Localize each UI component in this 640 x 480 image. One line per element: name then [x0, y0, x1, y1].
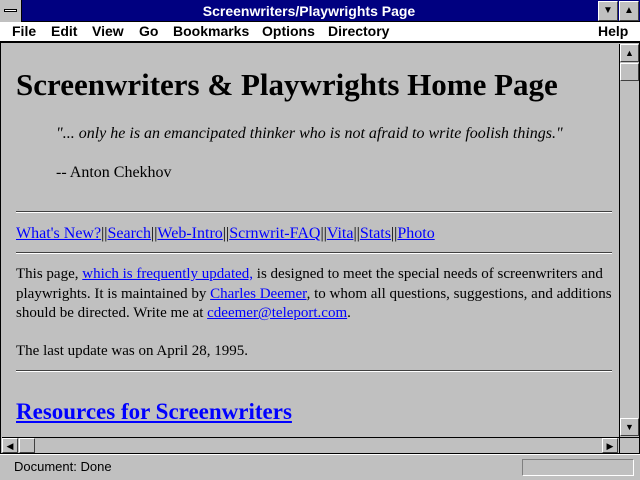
page-title: Screenwriters & Playwrights Home Page: [16, 67, 558, 102]
scroll-up-button[interactable]: ▲: [620, 44, 639, 62]
link-frequently-updated[interactable]: which is frequently updated,: [82, 266, 253, 282]
menu-go[interactable]: Go: [139, 23, 158, 39]
link-scrnwrit-faq[interactable]: Scrnwrit-FAQ: [229, 225, 320, 242]
menu-bookmarks[interactable]: Bookmarks: [173, 23, 249, 39]
intro-text: , to whom all questions, suggestions, an…: [306, 285, 612, 302]
status-bar: Document: Done: [0, 454, 640, 480]
scroll-left-button[interactable]: ◀: [2, 438, 18, 453]
intro-paragraph: This page, which is frequently updated, …: [16, 265, 616, 324]
minimize-icon: ▼: [603, 5, 613, 16]
link-search[interactable]: Search: [107, 225, 151, 242]
up-arrow-icon: ▲: [625, 48, 634, 58]
horizontal-scroll-thumb[interactable]: [19, 438, 35, 453]
menu-view[interactable]: View: [92, 23, 124, 39]
link-whats-new[interactable]: What's New?: [16, 225, 101, 242]
progress-indicator: [522, 459, 634, 476]
title-bar: Screenwriters/Playwrights Page ▼ ▲: [0, 0, 640, 22]
link-stats[interactable]: Stats: [360, 225, 391, 242]
vertical-scrollbar[interactable]: ▲ ▼: [619, 44, 639, 437]
maximize-button[interactable]: ▲: [619, 1, 639, 21]
scroll-corner: [619, 437, 639, 453]
menu-directory[interactable]: Directory: [328, 23, 389, 39]
system-menu-button[interactable]: [0, 0, 22, 22]
nav-links: What's New?||Search||Web-Intro||Scrnwrit…: [16, 225, 435, 243]
down-arrow-icon: ▼: [625, 422, 634, 432]
intro-text: is designed to meet the special needs of…: [253, 266, 603, 282]
menu-bar: File Edit View Go Bookmarks Options Dire…: [0, 22, 640, 42]
window-title: Screenwriters/Playwrights Page: [202, 3, 416, 19]
chekhov-quote: "... only he is an emancipated thinker w…: [56, 125, 563, 142]
divider: [16, 252, 612, 254]
status-text: Document: Done: [14, 459, 112, 474]
divider: [16, 370, 612, 372]
system-menu-icon: [4, 9, 17, 12]
divider: [16, 211, 612, 213]
menu-options[interactable]: Options: [262, 23, 315, 39]
link-email[interactable]: cdeemer@teleport.com: [207, 305, 347, 321]
left-arrow-icon: ◀: [6, 441, 14, 451]
link-vita[interactable]: Vita: [327, 225, 354, 242]
menu-help[interactable]: Help: [598, 23, 628, 39]
link-web-intro[interactable]: Web-Intro: [157, 225, 222, 242]
minimize-button[interactable]: ▼: [598, 1, 618, 21]
intro-text: should be directed. Write me at: [16, 305, 208, 321]
intro-text: playwrights. It is maintained by: [16, 285, 211, 302]
quote-attribution: -- Anton Chekhov: [56, 164, 172, 181]
scroll-right-button[interactable]: ▶: [602, 438, 618, 453]
document-frame: Screenwriters & Playwrights Home Page ".…: [0, 42, 640, 454]
document-content[interactable]: Screenwriters & Playwrights Home Page ".…: [3, 45, 619, 437]
vertical-scroll-thumb[interactable]: [620, 63, 639, 81]
intro-text: This page,: [16, 266, 83, 282]
menu-file[interactable]: File: [12, 23, 36, 39]
right-arrow-icon: ▶: [606, 441, 614, 451]
link-photo[interactable]: Photo: [397, 225, 434, 242]
horizontal-scrollbar[interactable]: ◀ ▶: [2, 437, 619, 453]
intro-text: .: [347, 305, 351, 321]
scroll-down-button[interactable]: ▼: [620, 418, 639, 436]
link-charles-deemer[interactable]: Charles Deemer: [210, 286, 306, 302]
menu-edit[interactable]: Edit: [51, 23, 77, 39]
resources-heading-link[interactable]: Resources for Screenwriters: [16, 399, 292, 425]
last-update-text: The last update was on April 28, 1995.: [16, 343, 249, 359]
maximize-icon: ▲: [624, 5, 634, 16]
